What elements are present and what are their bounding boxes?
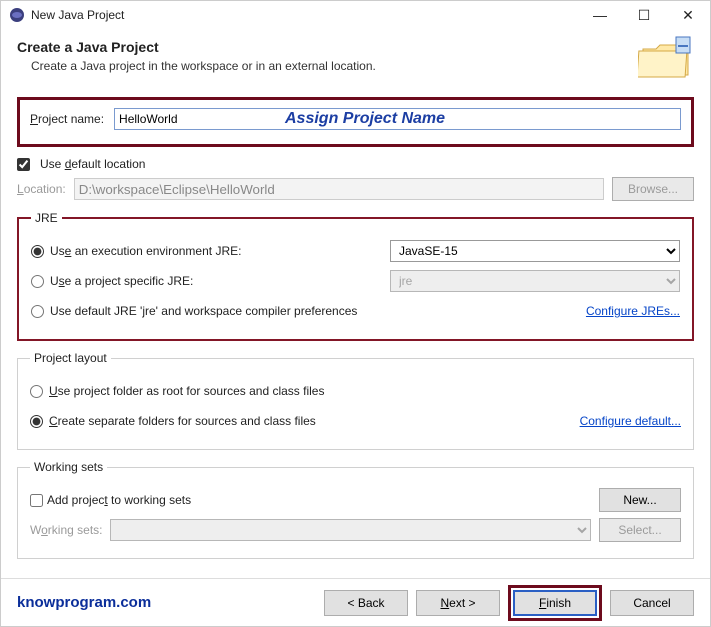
window-title: New Java Project	[31, 8, 578, 22]
browse-button: Browse...	[612, 177, 694, 201]
finish-highlight: Finish	[508, 585, 602, 621]
use-default-location-checkbox[interactable]	[17, 158, 30, 171]
project-name-label: Project name:	[30, 112, 104, 126]
add-working-sets-checkbox[interactable]	[30, 494, 43, 507]
wizard-header: Create a Java Project Create a Java proj…	[1, 29, 710, 87]
project-layout-legend: Project layout	[30, 351, 111, 365]
close-button[interactable]: ✕	[666, 1, 710, 29]
next-button[interactable]: Next >	[416, 590, 500, 616]
project-specific-radio[interactable]	[31, 275, 44, 288]
default-jre-label: Use default JRE 'jre' and workspace comp…	[50, 304, 357, 318]
eclipse-icon	[9, 7, 25, 23]
root-folder-label: Use project folder as root for sources a…	[49, 384, 324, 398]
exec-env-select[interactable]: JavaSE-15	[390, 240, 680, 262]
page-subtitle: Create a Java project in the workspace o…	[31, 59, 694, 73]
location-input	[74, 178, 604, 200]
brand-text: knowprogram.com	[17, 594, 151, 611]
separate-folders-label: Create separate folders for sources and …	[49, 414, 316, 428]
button-bar: knowprogram.com < Back Next > Finish Can…	[1, 578, 710, 626]
maximize-button[interactable]: ☐	[622, 1, 666, 29]
working-sets-legend: Working sets	[30, 460, 107, 474]
new-working-set-button[interactable]: New...	[599, 488, 681, 512]
back-button[interactable]: < Back	[324, 590, 408, 616]
project-name-highlight: Project name: Assign Project Name	[17, 97, 694, 147]
cancel-button[interactable]: Cancel	[610, 590, 694, 616]
default-jre-radio[interactable]	[31, 305, 44, 318]
location-label: Location:	[17, 182, 66, 196]
root-folder-radio[interactable]	[30, 385, 43, 398]
exec-env-radio[interactable]	[31, 245, 44, 258]
project-layout-group: Project layout Use project folder as roo…	[17, 351, 694, 450]
configure-jres-link[interactable]: Configure JREs...	[586, 304, 680, 318]
project-specific-label: Use a project specific JRE:	[50, 274, 390, 288]
exec-env-label: Use an execution environment JRE:	[50, 244, 390, 258]
working-sets-select	[110, 519, 591, 541]
select-working-set-button: Select...	[599, 518, 681, 542]
working-sets-group: Working sets Add project to working sets…	[17, 460, 694, 559]
folder-java-icon	[638, 35, 694, 84]
separate-folders-radio[interactable]	[30, 415, 43, 428]
project-name-input[interactable]	[114, 108, 681, 130]
configure-default-link[interactable]: Configure default...	[580, 414, 681, 428]
working-sets-label: Working sets:	[30, 523, 110, 537]
titlebar: New Java Project — ☐ ✕	[1, 1, 710, 29]
page-title: Create a Java Project	[17, 39, 694, 55]
use-default-location-label: Use default location	[40, 157, 145, 171]
finish-button[interactable]: Finish	[513, 590, 597, 616]
jre-group: JRE Use an execution environment JRE: Ja…	[17, 211, 694, 341]
add-working-sets-label: Add project to working sets	[47, 493, 191, 507]
project-specific-select: jre	[390, 270, 680, 292]
jre-legend: JRE	[31, 211, 62, 225]
minimize-button[interactable]: —	[578, 1, 622, 29]
